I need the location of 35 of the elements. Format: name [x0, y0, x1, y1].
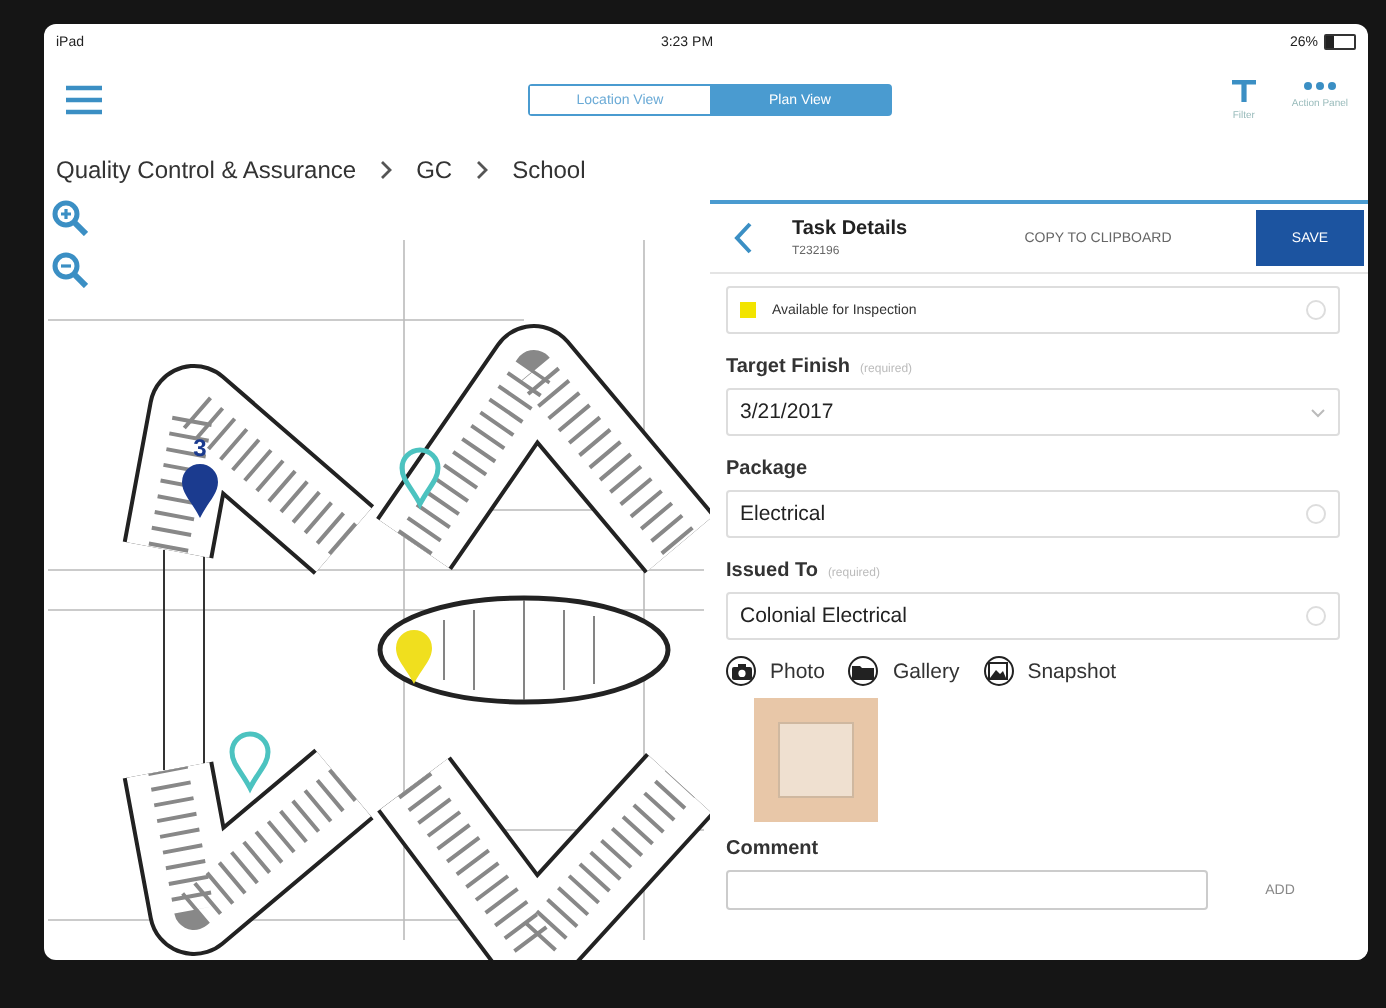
attachment-button[interactable]: Photo	[726, 656, 825, 686]
chevron-right-icon	[476, 160, 489, 180]
zoom-out-button[interactable]	[52, 252, 88, 288]
chevron-right-icon	[380, 160, 393, 180]
map-pin-icon[interactable]	[396, 630, 432, 684]
breadcrumb-link[interactable]: Quality Control & Assurance	[56, 156, 357, 184]
field-label: Package	[726, 458, 808, 480]
text-field[interactable]: Electrical	[726, 490, 1340, 538]
image-icon	[988, 662, 1009, 680]
clear-icon	[1306, 300, 1326, 320]
field-label: Issued To	[726, 560, 818, 582]
attachment-button[interactable]: Snapshot	[983, 656, 1117, 686]
map-pin-icon[interactable]	[182, 464, 218, 518]
zoom-in-button[interactable]	[52, 200, 88, 236]
field-label: Comment	[726, 838, 821, 860]
folder-icon	[852, 663, 875, 679]
field-label: Target Finish	[726, 356, 851, 378]
battery-icon	[1323, 34, 1356, 50]
camera-icon	[731, 663, 751, 679]
text-field[interactable]: Colonial Electrical	[726, 592, 1340, 640]
date-field[interactable]: 3/21/2017	[726, 388, 1340, 436]
map-pin-icon[interactable]	[399, 447, 441, 507]
back-button[interactable]	[734, 222, 752, 254]
panel-title: Task Details	[792, 218, 910, 240]
comment-field[interactable]	[726, 870, 1208, 910]
pin-number: 3	[193, 434, 207, 462]
breadcrumb-link[interactable]: School	[512, 156, 586, 184]
breadcrumb-link[interactable]: GC	[416, 156, 453, 184]
filter-icon	[1229, 79, 1258, 103]
menu-button[interactable]	[64, 84, 104, 116]
caret-icon	[1310, 407, 1326, 417]
clear-icon	[1306, 606, 1326, 626]
attachment-button[interactable]: Gallery	[848, 656, 960, 686]
clear-icon	[1306, 504, 1326, 524]
more-icon	[1301, 79, 1338, 91]
